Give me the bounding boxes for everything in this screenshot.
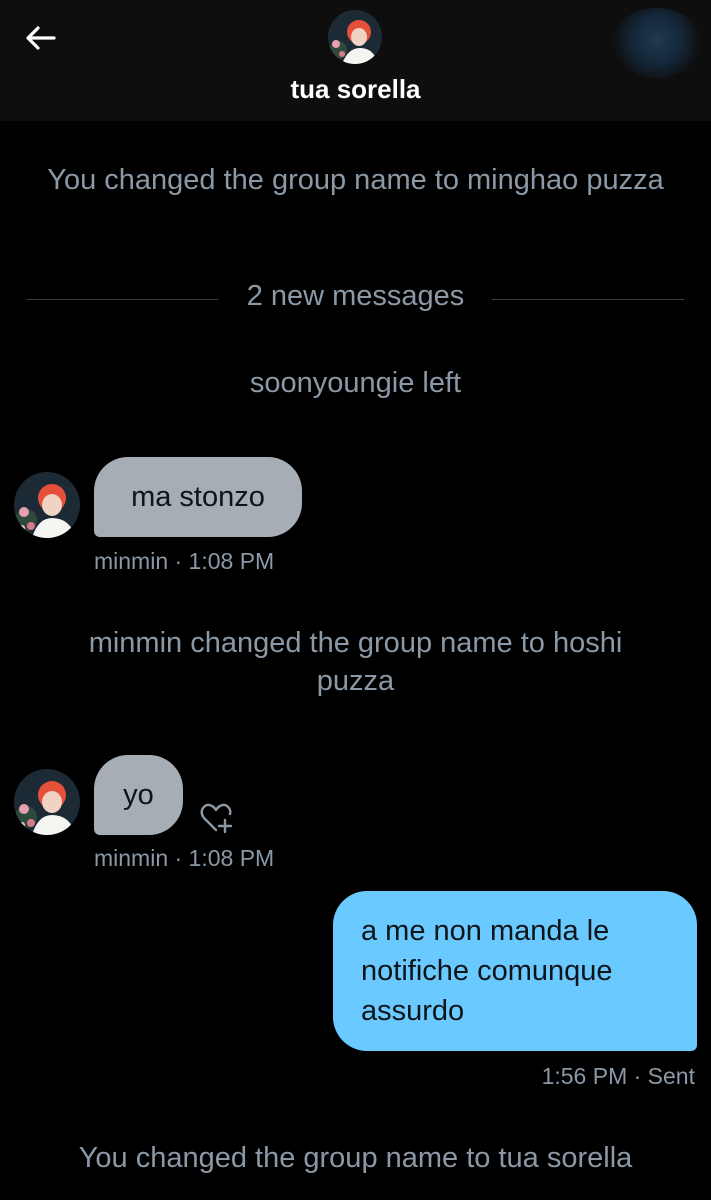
message-meta: minmin · 1:08 PM bbox=[94, 548, 275, 574]
heart-plus-icon[interactable] bbox=[198, 800, 234, 836]
message-meta: minmin · 1:08 PM bbox=[94, 845, 275, 871]
divider-line-right bbox=[492, 299, 684, 300]
group-avatar[interactable] bbox=[328, 10, 382, 64]
message-bubble-incoming[interactable]: yo bbox=[94, 755, 183, 835]
message-meta: 1:56 PM · Sent bbox=[541, 1063, 695, 1089]
system-message: You changed the group name to minghao pu… bbox=[47, 164, 664, 196]
conversation-title[interactable]: tua sorella bbox=[0, 74, 711, 105]
info-button-blurred[interactable] bbox=[612, 8, 702, 78]
system-message: soonyoungie left bbox=[249, 367, 462, 399]
message-bubble-incoming[interactable]: ma stonzo bbox=[94, 457, 302, 537]
system-message: minmin changed the group name to hoshi p… bbox=[88, 627, 623, 697]
message-bubble-outgoing[interactable]: a me non manda le notifiche comunque ass… bbox=[333, 891, 697, 1051]
conversation-header: tua sorella bbox=[0, 0, 711, 121]
new-messages-divider: 2 new messages bbox=[246, 280, 465, 312]
avatar[interactable] bbox=[14, 769, 80, 835]
system-message: You changed the group name to tua sorell… bbox=[78, 1142, 633, 1174]
avatar[interactable] bbox=[14, 472, 80, 538]
back-button[interactable] bbox=[22, 20, 58, 56]
arrow-left-icon bbox=[26, 26, 56, 50]
